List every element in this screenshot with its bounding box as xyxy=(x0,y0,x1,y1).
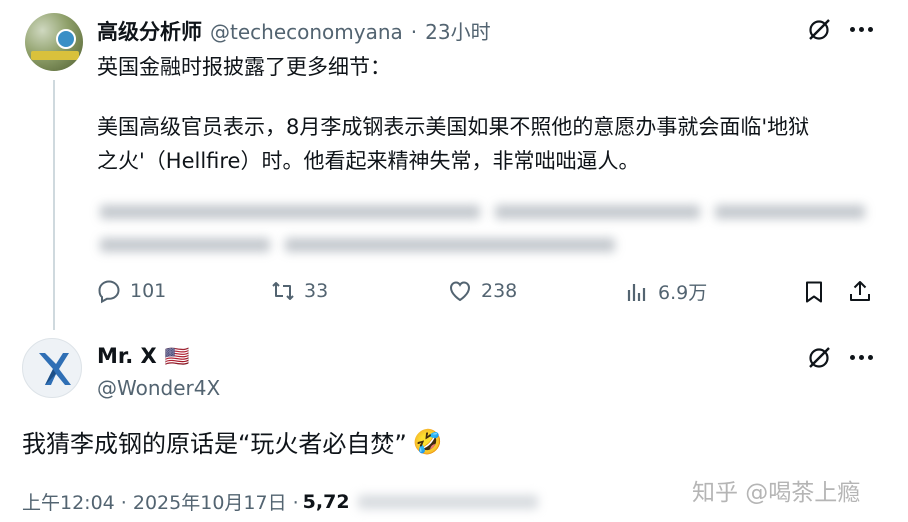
timestamp-row: 上午12:04 · 2025年10月17日 · 5,72 xyxy=(22,488,538,515)
display-name[interactable]: Mr. X xyxy=(97,344,157,368)
views-button[interactable]: 6.9万 xyxy=(624,278,707,305)
like-count: 238 xyxy=(481,280,518,302)
share-icon xyxy=(850,281,870,301)
reply-body: 我猜李成钢的原话是“玩火者必自焚” xyxy=(22,430,407,458)
tweet2-header: Mr. X 🇺🇸 xyxy=(97,344,190,368)
timestamp[interactable]: 上午12:04 · 2025年10月17日 · xyxy=(22,488,299,515)
avatar[interactable] xyxy=(25,13,83,71)
share-button[interactable] xyxy=(847,278,873,308)
retweet-button[interactable]: 33 xyxy=(270,278,328,304)
blurred-views xyxy=(357,494,538,509)
views-count: 6.9万 xyxy=(658,282,708,304)
grok-icon xyxy=(809,347,830,368)
more-icon xyxy=(850,355,873,360)
watermark: 知乎 @喝茶上瘾 xyxy=(692,480,861,506)
bookmark-icon xyxy=(806,281,822,303)
x-logo-icon xyxy=(39,353,71,385)
retweet-icon xyxy=(272,282,294,300)
views-icon xyxy=(627,283,646,301)
tweet-text-line: 美国高级官员表示，8月李成钢表示美国如果不照他的意愿办事就会面临'地狱 xyxy=(97,115,810,139)
reply-icon xyxy=(98,280,120,304)
tweet1-header: 高级分析师 @techeconomyana · 23小时 xyxy=(97,16,491,46)
tweet-text-line: 之火'（Hellfire）时。他看起来精神失常，非常咄咄逼人。 xyxy=(97,149,640,173)
bookmark-button[interactable] xyxy=(801,279,827,309)
user-handle[interactable]: @techeconomyana xyxy=(210,20,403,44)
reply-text: 我猜李成钢的原话是“玩火者必自焚” 🤣 xyxy=(22,424,443,459)
post-time[interactable]: 23小时 xyxy=(425,16,490,45)
reply-button[interactable]: 101 xyxy=(96,278,166,304)
views-partial: 5,72 xyxy=(302,490,350,513)
like-icon xyxy=(449,281,471,302)
avatar[interactable] xyxy=(22,338,82,398)
more-button[interactable] xyxy=(850,355,873,360)
grok-icon xyxy=(809,19,830,40)
avatar-badge xyxy=(56,29,76,49)
tweet-text-line: 英国金融时报披露了更多细节： xyxy=(97,55,391,79)
grok-button[interactable] xyxy=(806,345,832,375)
user-handle[interactable]: @Wonder4X xyxy=(97,376,220,400)
retweet-count: 33 xyxy=(304,280,329,302)
more-icon xyxy=(850,27,873,32)
reply-count: 101 xyxy=(130,280,167,302)
more-button[interactable] xyxy=(850,27,873,32)
avatar-band xyxy=(31,51,79,60)
separator: · xyxy=(410,20,418,44)
grok-button[interactable] xyxy=(806,17,832,47)
like-button[interactable]: 238 xyxy=(447,278,517,304)
us-flag-icon: 🇺🇸 xyxy=(164,344,190,368)
laughing-emoji-icon: 🤣 xyxy=(412,427,443,456)
thread-connector xyxy=(53,80,55,330)
display-name[interactable]: 高级分析师 xyxy=(97,16,202,46)
